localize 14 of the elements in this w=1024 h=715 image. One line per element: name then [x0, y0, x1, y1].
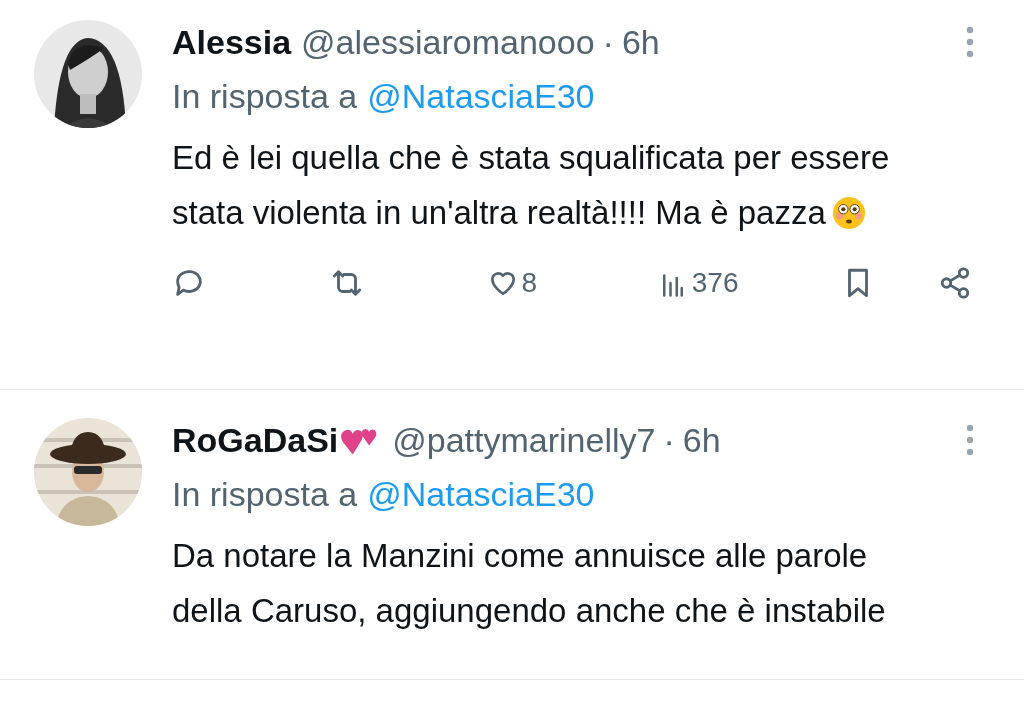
reply-label: In risposta a — [172, 76, 358, 117]
author-name[interactable]: RoGaDaSi — [172, 418, 339, 462]
separator-dot: · — [602, 22, 614, 63]
views-button[interactable]: 376 — [659, 262, 739, 304]
like-button[interactable]: 8 — [487, 262, 538, 304]
separator-dot: · — [663, 420, 675, 461]
tweet-time: 6h — [682, 420, 721, 461]
reply-label: In risposta a — [172, 474, 358, 515]
tweet-time: 6h — [621, 22, 660, 63]
author-handle: @alessiaromanooo — [301, 22, 595, 63]
author-handle: @pattymarinelly7 — [392, 420, 656, 461]
tweet-text: Ed è lei quella che è stata squalificata per essere stata violenta in un'altra realtà!!!! Ma è pazza — [172, 138, 891, 233]
tweet-text: Da notare la Manzini come annuisce alle parole della Caruso, aggiungendo anche che è instabile — [172, 536, 887, 631]
author-name[interactable]: Alessia — [172, 20, 292, 64]
